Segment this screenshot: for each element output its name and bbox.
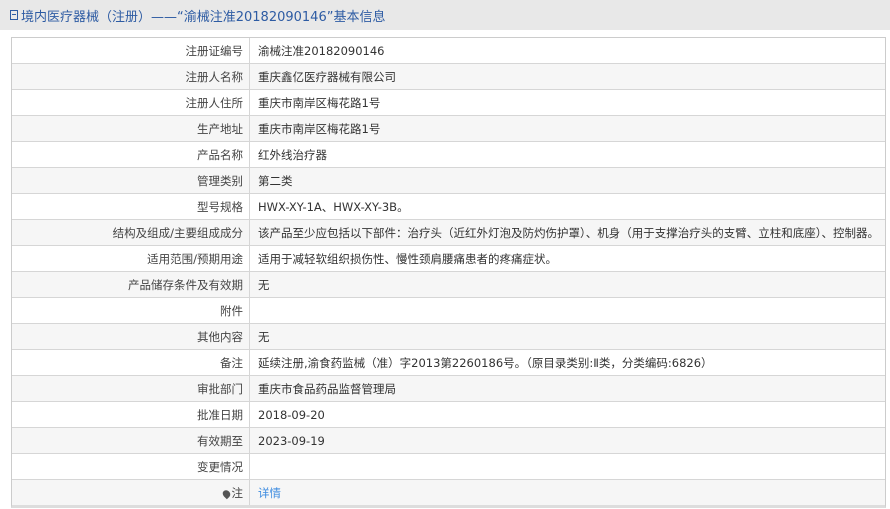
page-title: 境内医疗器械（注册）——“渝械注准20182090146”基本信息 (21, 9, 386, 25)
table-row: 其他内容无 (12, 323, 885, 350)
table-row-note: 注详情 (12, 479, 886, 506)
field-label: 结构及组成/主要组成成分 (12, 219, 250, 246)
field-value: 重庆鑫亿医疗器械有限公司 (249, 63, 885, 90)
field-label: 注册证编号 (12, 38, 250, 64)
field-value: 该产品至少应包括以下部件：治疗头（近红外灯泡及防灼伤护罩）、机身（用于支撑治疗头… (249, 219, 885, 246)
field-value: 无 (249, 271, 885, 298)
field-label: 批准日期 (12, 401, 250, 428)
table-row: 结构及组成/主要组成成分 该产品至少应包括以下部件：治疗头（近红外灯泡及防灼伤护罩… (12, 219, 885, 246)
table-row: 注册人名称 重庆鑫亿医疗器械有限公司 (12, 63, 885, 90)
table-row: 产品名称 红外线治疗器 (12, 141, 885, 168)
table-row: 生产地址 重庆市南岸区梅花路1号 (12, 115, 885, 142)
field-value: HWX-XY-1A、HWX-XY-3B。 (249, 193, 885, 220)
field-label: 注 (12, 479, 250, 505)
table-row: 附件 (12, 297, 885, 324)
field-label: 附件 (12, 297, 250, 324)
field-label: 注册人名称 (12, 63, 250, 90)
field-label: 产品储存条件及有效期 (12, 271, 250, 298)
field-value: 适用于减轻软组织损伤性、慢性颈肩腰痛患者的疼痛症状。 (249, 245, 885, 272)
field-label: 变更情况 (12, 453, 250, 480)
field-value (249, 297, 885, 324)
table-row: 审批部门 重庆市食品药品监督管理局 (12, 375, 885, 402)
table-row: 注册证编号 渝械注准20182090146 (12, 38, 885, 64)
note-label: 注 (231, 485, 244, 500)
table-row: 管理类别 第二类 (12, 167, 885, 194)
table-row: 变更情况 (12, 453, 885, 480)
field-value: 重庆市南岸区梅花路1号 (249, 115, 885, 142)
field-value: 延续注册,渝食药监械（准）字2013第2260186号。（原目录类别:Ⅱ类，分类… (249, 349, 885, 376)
field-value: 红外线治疗器 (249, 141, 885, 168)
details-link[interactable]: 详情 (258, 486, 281, 500)
field-value: 详情 (250, 480, 886, 506)
field-label: 备注 (12, 349, 250, 376)
table-row: 批准日期 2018-09-20 (12, 401, 885, 428)
field-label: 有效期至 (12, 427, 250, 454)
field-value: 第二类 (249, 167, 885, 194)
field-value (249, 453, 885, 480)
field-label: 产品名称 (12, 141, 250, 168)
field-value: 重庆市食品药品监督管理局 (249, 375, 885, 402)
table-row: 有效期至 2023-09-19 (12, 427, 885, 454)
table-row: 型号规格 HWX-XY-1A、HWX-XY-3B。 (12, 193, 885, 220)
field-value: 2023-09-19 (249, 427, 885, 454)
field-value: 无 (249, 323, 885, 350)
field-label: 审批部门 (12, 375, 250, 402)
info-table-container: 注册证编号 渝械注准20182090146 注册人名称 重庆鑫亿医疗器械有限公司 注册人… (11, 37, 886, 508)
field-value: 渝械注准20182090146 (249, 38, 885, 64)
table-row: 备注 延续注册,渝食药监械（准）字2013第2260186号。（原目录类别:Ⅱ类，… (12, 349, 885, 376)
info-table: 注册证编号 渝械注准20182090146 注册人名称 重庆鑫亿医疗器械有限公司 注册人… (12, 38, 885, 505)
table-row: 注册人住所 重庆市南岸区梅花路1号 (12, 89, 885, 116)
field-label: 管理类别 (12, 167, 250, 194)
field-value: 2018-09-20 (249, 401, 885, 428)
table-row: 产品储存条件及有效期无 (12, 271, 885, 298)
pin-icon (220, 488, 232, 499)
page-header: 境内医疗器械（注册）——“渝械注准20182090146”基本信息 (0, 0, 890, 30)
field-value: 重庆市南岸区梅花路1号 (249, 89, 885, 116)
field-label: 其他内容 (12, 323, 250, 350)
field-label: 注册人住所 (12, 89, 250, 116)
document-icon (10, 10, 18, 20)
field-label: 适用范围/预期用途 (12, 245, 250, 272)
field-label: 型号规格 (12, 193, 250, 220)
field-label: 生产地址 (12, 115, 250, 142)
table-row: 适用范围/预期用途 适用于减轻软组织损伤性、慢性颈肩腰痛患者的疼痛症状。 (12, 245, 885, 272)
